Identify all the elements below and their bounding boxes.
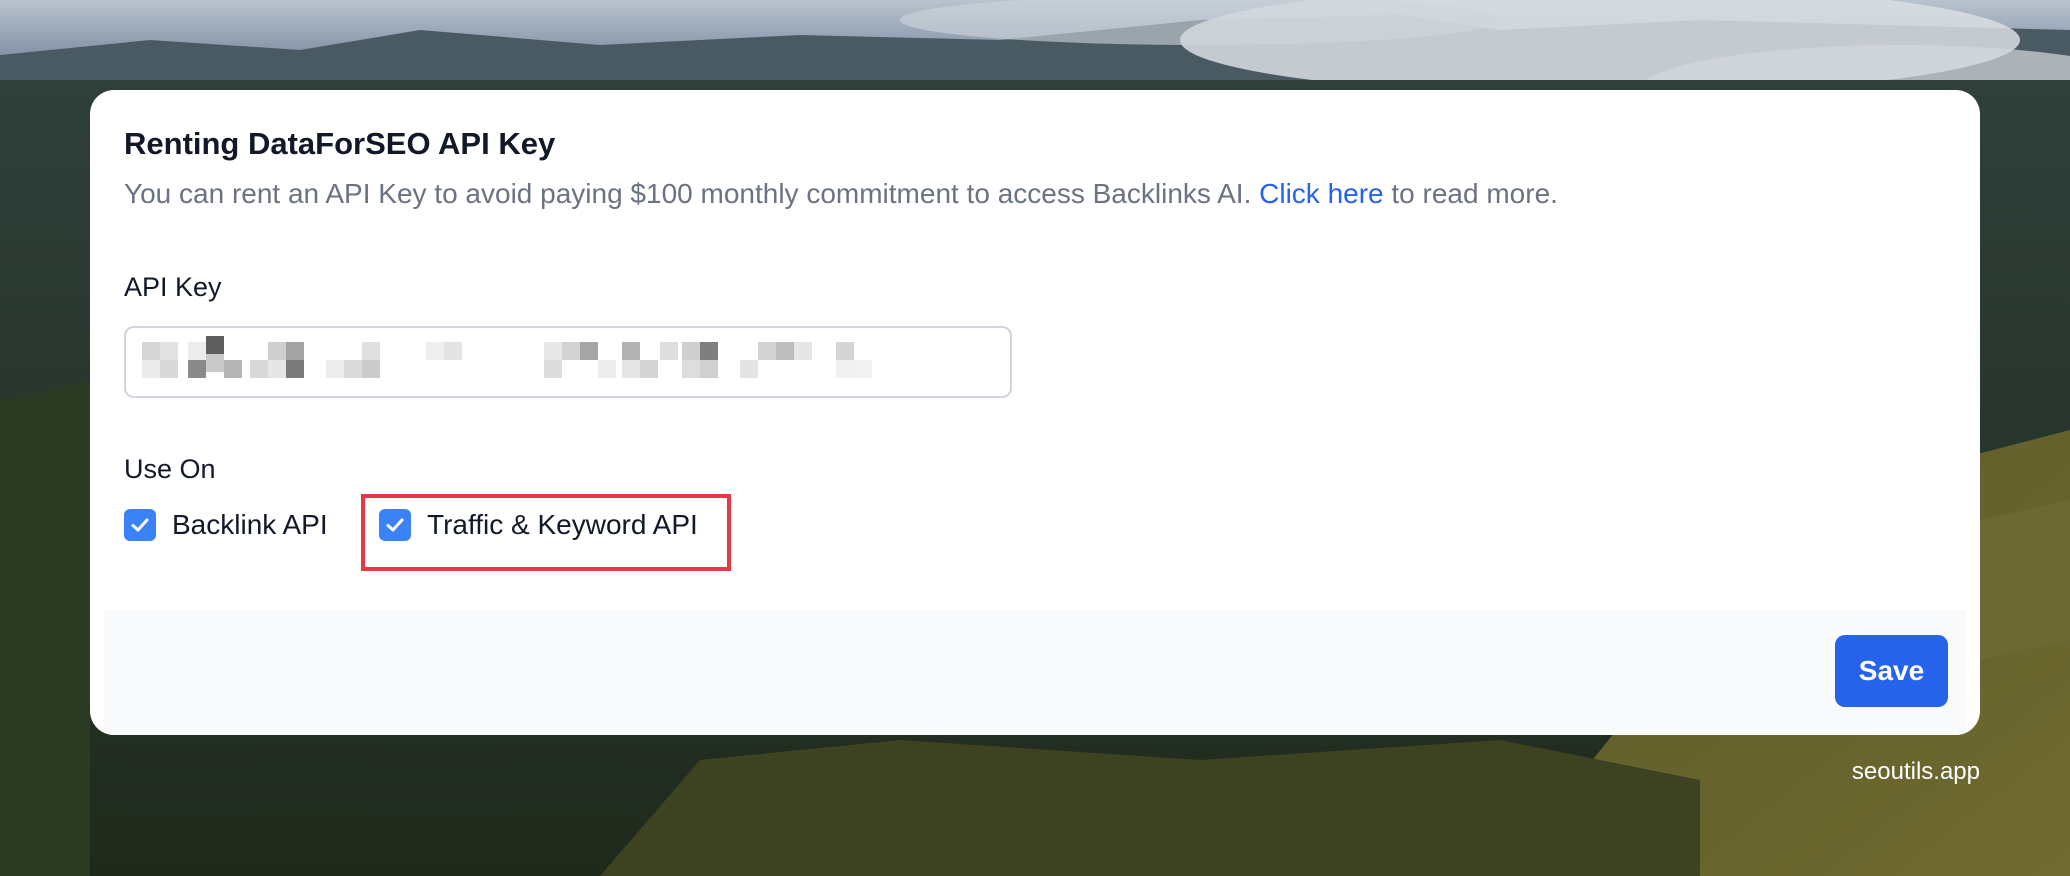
dialog-footer [104,610,1966,735]
dialog-title: Renting DataForSEO API Key [124,126,556,161]
backlink-api-checkbox[interactable] [124,509,156,541]
option-backlink-api[interactable]: Backlink API [124,505,328,545]
redacted-key-pixelation [142,336,872,378]
use-on-label: Use On [124,454,216,484]
save-button[interactable]: Save [1835,635,1948,707]
api-key-dialog: Renting DataForSEO API Key You can rent … [90,90,1980,735]
read-more-link[interactable]: Click here [1259,178,1383,209]
description-text: You can rent an API Key to avoid paying … [124,178,1252,209]
highlight-annotation [361,494,731,571]
description-suffix: to read more. [1391,178,1558,209]
watermark: seoutils.app [1851,758,1980,785]
checkmark-icon [131,518,149,532]
backlink-api-label: Backlink API [172,509,328,540]
api-key-label: API Key [124,272,222,302]
api-key-input[interactable] [124,326,1012,398]
dialog-description: You can rent an API Key to avoid paying … [124,178,1558,210]
